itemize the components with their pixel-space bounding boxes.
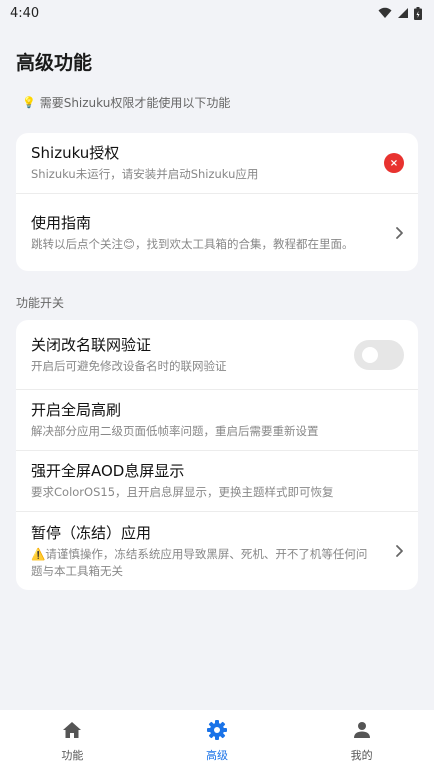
row-action (354, 339, 404, 370)
row-desc: ⚠️请谨慎操作，冻结系统应用导致黑屏、死机、开不了机等任何问题与本工具箱无关 (31, 546, 368, 578)
freeze-app-row[interactable]: 暂停（冻结）应用 ⚠️请谨慎操作，冻结系统应用导致黑屏、死机、开不了机等任何问题… (16, 512, 418, 590)
features-card: 关闭改名联网验证 开启后可避免修改设备名时的联网验证 开启全局高刷 解决部分应用… (16, 320, 418, 590)
error-icon: × (384, 153, 404, 173)
nav-label: 功能 (61, 749, 84, 762)
lightbulb-icon: 💡 (22, 95, 36, 109)
notice-text: 需要Shizuku权限才能使用以下功能 (39, 95, 231, 110)
nav-item-profile[interactable]: 我的 (312, 719, 412, 763)
status-bar: 4:40 (0, 0, 434, 26)
chevron-right-icon (396, 545, 403, 557)
battery-icon (414, 6, 422, 20)
status-icons (378, 6, 422, 20)
nav-label: 高级 (205, 749, 228, 762)
shizuku-auth-row[interactable]: Shizuku授权 Shizuku未运行，请安装并启动Shizuku应用 × (16, 133, 418, 194)
bottom-nav: 功能 高级 我的 (0, 710, 434, 772)
chevron-right-icon (396, 226, 403, 239)
row-title: Shizuku授权 (31, 144, 120, 162)
status-action: × (384, 153, 404, 173)
status-time: 4:40 (10, 5, 40, 21)
row-title: 强开全屏AOD息屏显示 (31, 462, 185, 480)
section-label: 功能开关 (16, 296, 65, 310)
cell-signal-icon (398, 8, 408, 18)
wifi-icon (378, 7, 392, 18)
row-desc: 开启后可避免修改设备名时的联网验证 (31, 358, 227, 373)
row-title: 开启全局高刷 (31, 401, 122, 419)
row-title: 关闭改名联网验证 (31, 335, 152, 354)
home-icon (61, 719, 83, 741)
row-title: 暂停（冻结）应用 (31, 523, 152, 542)
toggle-knob (362, 346, 378, 363)
gear-icon (206, 719, 228, 741)
row-desc: 跳转以后点个关注😊，找到欢太工具箱的合集，教程都在里面。 (31, 236, 354, 251)
nav-item-advanced[interactable]: 高级 (167, 719, 267, 763)
nav-item-features[interactable]: 功能 (22, 719, 122, 763)
row-action (395, 544, 404, 558)
guide-row[interactable]: 使用指南 跳转以后点个关注😊，找到欢太工具箱的合集，教程都在里面。 (16, 194, 418, 271)
global-refresh-row[interactable]: 开启全局高刷 解决部分应用二级页面低帧率问题，重启后需要重新设置 (16, 390, 418, 451)
person-icon (351, 719, 373, 741)
rename-verify-toggle[interactable] (354, 339, 404, 370)
shizuku-card: Shizuku授权 Shizuku未运行，请安装并启动Shizuku应用 × 使… (16, 133, 418, 271)
row-desc: 要求ColorOS15，且开启息屏显示，更换主题样式即可恢复 (31, 485, 334, 499)
row-title: 使用指南 (31, 213, 92, 232)
shizuku-notice: 💡 需要Shizuku权限才能使用以下功能 (22, 93, 434, 111)
aod-row[interactable]: 强开全屏AOD息屏显示 要求ColorOS15，且开启息屏显示，更换主题样式即可… (16, 451, 418, 512)
row-desc: 解决部分应用二级页面低帧率问题，重启后需要重新设置 (31, 424, 319, 438)
rename-verify-row[interactable]: 关闭改名联网验证 开启后可避免修改设备名时的联网验证 (16, 320, 418, 390)
nav-label: 我的 (350, 749, 373, 762)
row-desc: Shizuku未运行，请安装并启动Shizuku应用 (31, 167, 259, 181)
row-action (395, 226, 404, 240)
page-title: 高级功能 (16, 52, 93, 74)
